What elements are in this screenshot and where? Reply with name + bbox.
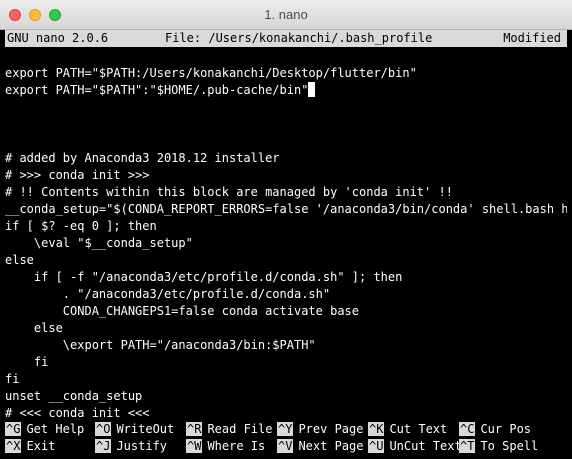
editor-line-1[interactable] [5,48,567,65]
editor-line-12[interactable]: \eval "$__conda_setup" [5,235,567,252]
editor-line-2[interactable]: export PATH="$PATH:/Users/konakanchi/Des… [5,65,567,82]
editor-line-18[interactable]: \export PATH="/anaconda3/bin:$PATH" [5,337,567,354]
editor-line-6[interactable] [5,133,567,150]
shortcut-to-spell[interactable]: ^T To Spell [459,438,538,455]
shortcut-prev-page[interactable]: ^Y Prev Page [277,421,363,438]
shortcut-get-help[interactable]: ^G Get Help [5,421,84,438]
editor-line-3[interactable]: export PATH="$PATH":"$HOME/.pub-cache/bi… [5,82,567,99]
shortcut-read-file[interactable]: ^R Read File [186,421,272,438]
editor-line-11[interactable]: if [ $? -eq 0 ]; then [5,218,567,235]
editor-line-16[interactable]: CONDA_CHANGEPS1=false conda activate bas… [5,303,567,320]
editor-line-9[interactable]: # !! Contents within this block are mana… [5,184,567,201]
editor-line-7[interactable]: # added by Anaconda3 2018.12 installer [5,150,567,167]
editor-line-19[interactable]: fi [5,354,567,371]
editor-line-14[interactable]: if [ -f "/anaconda3/etc/profile.d/conda.… [5,269,567,286]
shortcut-cut-text[interactable]: ^K Cut Text [368,421,447,438]
shortcut-where-is[interactable]: ^W Where Is [186,438,265,455]
editor-line-10[interactable]: __conda_setup="$(CONDA_REPORT_ERRORS=fal… [5,201,567,218]
editor-line-22[interactable]: # <<< conda init <<< [5,405,567,422]
text-cursor [308,82,316,97]
modified-status: Modified [503,31,561,45]
shortcut-uncut-text[interactable]: ^U UnCut Text [368,438,462,455]
shortcut-writeout[interactable]: ^O WriteOut [95,421,174,438]
nano-editor[interactable]: GNU nano 2.0.6 File: /Users/konakanchi/.… [0,30,572,459]
file-name: File: /Users/konakanchi/.bash_profile [165,31,433,45]
editor-line-17[interactable]: else [5,320,567,337]
shortcut-exit[interactable]: ^X Exit [5,438,55,455]
nano-version: GNU nano 2.0.6 [7,31,109,45]
nano-header-bar: GNU nano 2.0.6 File: /Users/konakanchi/.… [5,30,567,47]
terminal-window: 1. nano GNU nano 2.0.6 File: /Users/kona… [0,0,572,459]
shortcut-justify[interactable]: ^J Justify [95,438,167,455]
editor-line-13[interactable]: else [5,252,567,269]
editor-line-20[interactable]: fi [5,371,567,388]
title-bar[interactable]: 1. nano [0,0,572,30]
editor-line-8[interactable]: # >>> conda init >>> [5,167,567,184]
editor-line-21[interactable]: unset __conda_setup [5,388,567,405]
shortcut-cur-pos[interactable]: ^C Cur Pos [459,421,531,438]
window-title: 1. nano [264,7,308,22]
editor-line-4[interactable] [5,99,567,116]
editor-line-15[interactable]: . "/anaconda3/etc/profile.d/conda.sh" [5,286,567,303]
shortcut-next-page[interactable]: ^V Next Page [277,438,363,455]
editor-line-5[interactable] [5,116,567,133]
